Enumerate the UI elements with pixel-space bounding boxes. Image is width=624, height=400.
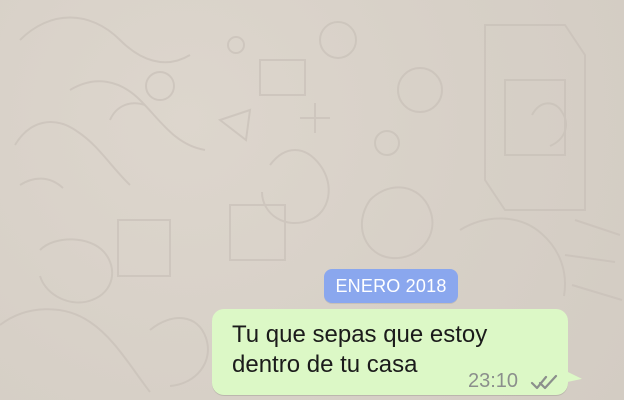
message-timestamp: 23:10 bbox=[468, 370, 519, 392]
date-separator: ENERO 2018 bbox=[324, 269, 458, 303]
message-line-1: Tu que sepas que estoy bbox=[232, 321, 488, 348]
double-check-icon bbox=[530, 374, 558, 390]
